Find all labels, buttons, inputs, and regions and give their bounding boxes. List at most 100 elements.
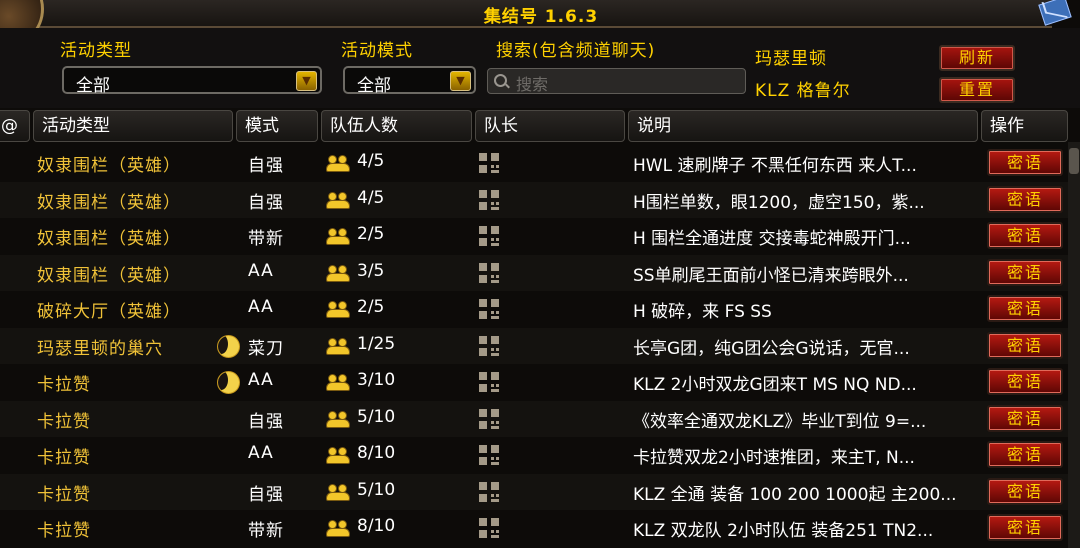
group-description: KLZ 2小时双龙G团来T MS NQ ND... <box>633 375 917 395</box>
group-members-icon <box>326 337 350 356</box>
player-name: KLZ 格鲁尔 <box>755 81 851 101</box>
group-description: H围栏单数，眼1200，虚空150，紫... <box>633 192 925 213</box>
qr-code-icon[interactable] <box>479 408 499 429</box>
qr-code-icon[interactable] <box>479 189 499 210</box>
activity-type: 卡拉赞 <box>37 375 91 395</box>
group-description: 长亭G团，纯G团公会G说话，无官... <box>633 338 910 359</box>
col-activity-type[interactable]: 活动类型 <box>33 110 233 142</box>
qr-code-icon[interactable] <box>479 299 499 319</box>
activity-type: 奴隶围栏（英雄） <box>37 156 181 176</box>
group-description: H 破碎，来 FS SS <box>633 302 772 322</box>
qr-code-icon[interactable] <box>479 518 499 538</box>
group-members-icon <box>326 264 350 283</box>
type-filter-label: 活动类型 <box>60 41 132 61</box>
group-members-icon <box>326 301 350 319</box>
qr-code-icon[interactable] <box>479 481 499 502</box>
qr-code-icon[interactable] <box>479 226 499 246</box>
chevron-down-icon[interactable]: ▼ <box>296 71 317 91</box>
group-description: 《效率全通双龙KLZ》毕业T到位 9=... <box>633 411 927 432</box>
activity-mode: 自强 <box>248 156 284 176</box>
table-row[interactable]: 奴隶围栏（英雄） 自强 4/5 H围栏单数，眼1200，虚空150，紫... 密语 <box>0 181 1068 218</box>
group-description: H 围栏全通进度 交接毒蛇神殿开门... <box>633 229 911 249</box>
group-members-icon <box>326 410 350 429</box>
chevron-down-icon[interactable]: ▼ <box>450 71 471 91</box>
col-mode[interactable]: 模式 <box>236 110 318 142</box>
table-row[interactable]: 玛瑟里顿的巢穴 菜刀 1/25 长亭G团，纯G团公会G说话，无官... 密语 <box>0 327 1068 364</box>
whisper-button[interactable]: 密语 <box>987 258 1063 286</box>
table-row[interactable]: 破碎大厅（英雄） AA 2/5 H 破碎，来 FS SS 密语 <box>0 291 1068 327</box>
table-row[interactable]: 卡拉赞 AA 3/10 KLZ 2小时双龙G团来T MS NQ ND... 密语 <box>0 364 1068 400</box>
qr-code-icon[interactable] <box>479 372 499 392</box>
activity-mode: 自强 <box>248 411 284 432</box>
search-input[interactable]: 搜索 <box>487 68 746 94</box>
table-row[interactable]: 卡拉赞 带新 8/10 KLZ 双龙队 2小时队伍 装备251 TN2... 密语 <box>0 510 1068 546</box>
group-members-icon <box>326 191 350 210</box>
col-leader[interactable]: 队长 <box>475 110 625 142</box>
mail-icon[interactable] <box>1038 0 1072 26</box>
title-bar[interactable]: 集结号 1.6.3 <box>30 0 1052 28</box>
member-count: 5/10 <box>357 479 396 500</box>
col-action: 操作 <box>981 110 1068 142</box>
activity-type: 卡拉赞 <box>37 521 91 541</box>
scrollbar[interactable] <box>1068 142 1080 548</box>
member-count: 8/10 <box>357 443 396 463</box>
realm-name: 玛瑟里顿 <box>755 49 827 69</box>
whisper-button[interactable]: 密语 <box>987 514 1063 541</box>
whisper-button[interactable]: 密语 <box>987 222 1063 249</box>
group-description: KLZ 全通 装备 100 200 1000起 主200... <box>633 484 957 505</box>
moon-icon <box>217 334 240 358</box>
activity-mode: AA <box>248 443 274 463</box>
activity-type: 奴隶围栏（英雄） <box>37 192 181 213</box>
mode-filter-value: 全部 <box>357 76 391 96</box>
refresh-button[interactable]: 刷新 <box>939 45 1015 71</box>
whisper-button[interactable]: 密语 <box>987 149 1063 176</box>
group-members-icon <box>326 520 350 538</box>
type-filter-dropdown[interactable]: 全部 ▼ <box>62 66 322 96</box>
group-description: SS单刷尾王面前小怪已清来跨眼外... <box>633 265 909 286</box>
whisper-button[interactable]: 密语 <box>987 185 1063 213</box>
activity-type: 奴隶围栏（英雄） <box>37 265 181 286</box>
group-members-icon <box>326 374 350 392</box>
table-row[interactable]: 奴隶围栏（英雄） 带新 2/5 H 围栏全通进度 交接毒蛇神殿开门... 密语 <box>0 218 1068 254</box>
mode-filter-dropdown[interactable]: 全部 ▼ <box>343 66 476 96</box>
whisper-button[interactable]: 密语 <box>987 441 1063 468</box>
group-description: KLZ 双龙队 2小时队伍 装备251 TN2... <box>633 521 934 541</box>
whisper-button[interactable]: 密语 <box>987 295 1063 322</box>
whisper-button[interactable]: 密语 <box>987 331 1063 359</box>
activity-type: 卡拉赞 <box>37 448 91 468</box>
table-row[interactable]: 卡拉赞 自强 5/10 《效率全通双龙KLZ》毕业T到位 9=... 密语 <box>0 400 1068 437</box>
member-count: 1/25 <box>357 333 396 354</box>
activity-type: 玛瑟里顿的巢穴 <box>37 338 163 359</box>
member-count: 4/5 <box>357 187 385 208</box>
member-count: 8/10 <box>357 516 396 536</box>
activity-mode: 带新 <box>248 521 284 541</box>
whisper-button[interactable]: 密语 <box>987 477 1063 505</box>
activity-type: 卡拉赞 <box>37 484 91 505</box>
qr-code-icon[interactable] <box>479 445 499 465</box>
search-label: 搜索(包含频道聊天) <box>496 41 656 61</box>
whisper-button[interactable]: 密语 <box>987 404 1063 432</box>
group-description: HWL 速刷牌子 不黑任何东西 来人T... <box>633 156 917 176</box>
activity-mode: 自强 <box>248 484 284 505</box>
type-filter-value: 全部 <box>76 76 110 96</box>
qr-code-icon[interactable] <box>479 262 499 283</box>
scrollbar-thumb[interactable] <box>1069 148 1079 174</box>
member-count: 3/5 <box>357 260 385 281</box>
qr-code-icon[interactable] <box>479 335 499 356</box>
col-description[interactable]: 说明 <box>628 110 978 142</box>
activity-type: 奴隶围栏（英雄） <box>37 229 181 249</box>
group-members-icon <box>326 155 350 173</box>
qr-code-icon[interactable] <box>479 153 499 173</box>
activity-type: 破碎大厅（英雄） <box>37 302 181 322</box>
activity-mode: 自强 <box>248 192 284 213</box>
col-at[interactable]: @ <box>0 110 30 142</box>
table-row[interactable]: 奴隶围栏（英雄） AA 3/5 SS单刷尾王面前小怪已清来跨眼外... 密语 <box>0 254 1068 291</box>
group-members-icon <box>326 447 350 465</box>
search-icon <box>494 74 507 87</box>
col-member-count[interactable]: 队伍人数 <box>321 110 472 142</box>
whisper-button[interactable]: 密语 <box>987 368 1063 395</box>
reset-button[interactable]: 重置 <box>939 77 1015 103</box>
table-row[interactable]: 卡拉赞 自强 5/10 KLZ 全通 装备 100 200 1000起 主200...… <box>0 473 1068 510</box>
table-row[interactable]: 卡拉赞 AA 8/10 卡拉赞双龙2小时速推团，来主T, N... 密语 <box>0 437 1068 473</box>
table-row[interactable]: 奴隶围栏（英雄） 自强 4/5 HWL 速刷牌子 不黑任何东西 来人T... 密语 <box>0 145 1068 181</box>
